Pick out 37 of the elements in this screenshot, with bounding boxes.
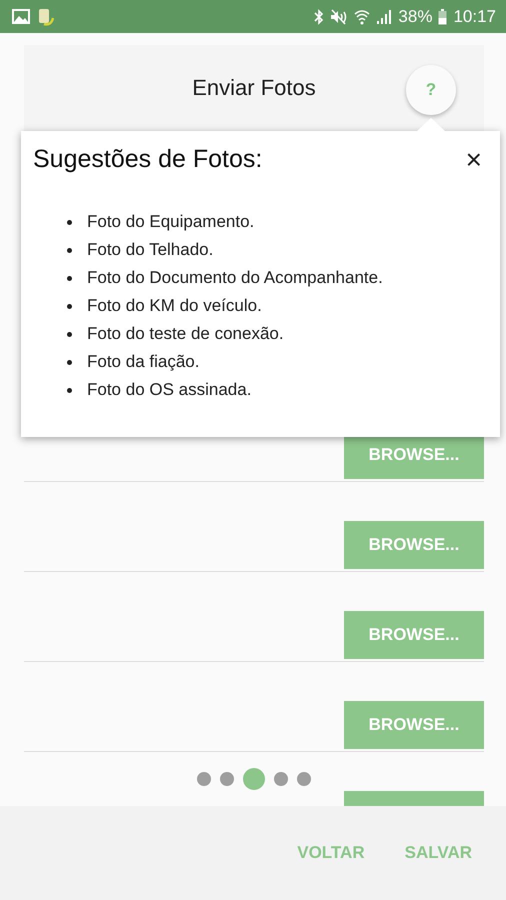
bullet-icon [67, 220, 72, 224]
suggestion-item: Foto da fiação. [87, 352, 200, 372]
clock: 10:17 [453, 6, 496, 26]
bullet-icon [67, 304, 72, 308]
bullet-icon [67, 360, 72, 364]
footer-button[interactable]: VOLTAR [287, 835, 375, 871]
signal-icon [376, 8, 392, 24]
bluetooth-icon [314, 8, 324, 24]
help-button[interactable]: ? [406, 65, 456, 115]
suggestion-item: Foto do KM do veículo. [87, 296, 262, 316]
wifi-icon [354, 8, 370, 24]
suggestion-item: Foto do Equipamento. [87, 212, 254, 232]
bullet-icon [67, 388, 72, 392]
screen-title: Enviar Fotos [192, 75, 316, 101]
browse-button[interactable]: BROWSE... [344, 521, 484, 569]
page-dot[interactable] [297, 772, 311, 786]
battery-percent: 38% [398, 6, 432, 26]
footer-button[interactable]: SALVAR [394, 835, 482, 871]
app-icon [36, 6, 56, 26]
suggestion-item: Foto do teste de conexão. [87, 324, 284, 344]
page-dot[interactable] [274, 772, 288, 786]
browse-button[interactable]: BROWSE... [344, 611, 484, 659]
bullet-icon [67, 248, 72, 252]
page-dot[interactable] [220, 772, 234, 786]
popup-title: Sugestões de Fotos: [33, 145, 262, 174]
close-button[interactable]: × [462, 146, 486, 174]
bullet-icon [67, 276, 72, 280]
image-icon [12, 9, 30, 24]
battery-icon [438, 8, 448, 24]
suggestion-item: Foto do Documento do Acompanhante. [87, 268, 383, 288]
suggestion-item: Foto do Telhado. [87, 240, 214, 260]
bullet-icon [67, 332, 72, 336]
mute-icon [330, 8, 348, 24]
page-dot[interactable] [243, 768, 265, 790]
page-dot[interactable] [197, 772, 211, 786]
browse-button[interactable]: BROWSE... [344, 701, 484, 749]
suggestion-item: Foto do OS assinada. [87, 380, 252, 400]
